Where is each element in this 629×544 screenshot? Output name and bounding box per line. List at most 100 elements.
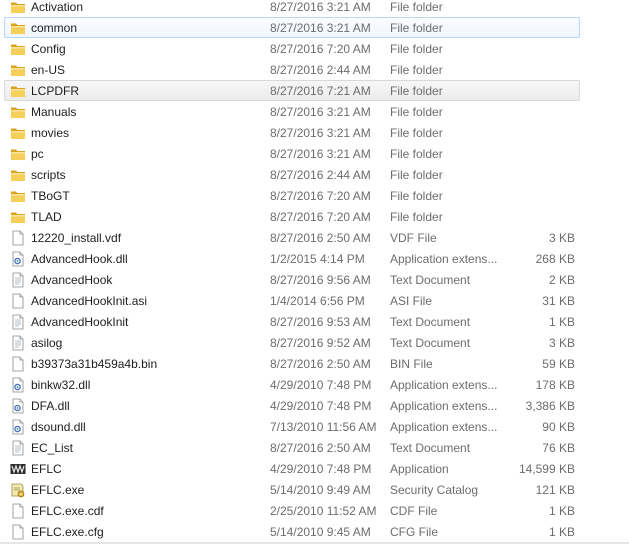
file-name: AdvancedHook — [31, 273, 113, 287]
folder-icon — [10, 41, 26, 57]
file-date-modified: 8/27/2016 3:21 AM — [270, 105, 371, 119]
file-row[interactable]: AdvancedHook 8/27/2016 9:56 AM Text Docume… — [4, 269, 580, 290]
file-date-modified: 8/27/2016 9:53 AM — [270, 315, 371, 329]
file-size: 1 KB — [548, 315, 575, 329]
file-row[interactable]: scripts 8/27/2016 2:44 AM File folder — [4, 164, 580, 185]
file-type: File folder — [390, 105, 443, 119]
file-date-modified: 8/27/2016 2:50 AM — [270, 357, 371, 371]
file-name: binkw32.dll — [31, 378, 91, 392]
file-row[interactable]: AdvancedHookInit 8/27/2016 9:53 AM Text Do… — [4, 311, 580, 332]
file-date-modified: 5/14/2010 9:49 AM — [270, 483, 371, 497]
blank-file-icon — [10, 356, 26, 372]
file-row[interactable]: EFLC.exe.cfg 5/14/2010 9:45 AM CFG File 1 K… — [4, 521, 580, 542]
file-type: VDF File — [390, 231, 437, 245]
file-row[interactable]: EFLC.exe 5/14/2010 9:49 AM Security Catalo… — [4, 479, 580, 500]
file-date-modified: 8/27/2016 3:21 AM — [270, 126, 371, 140]
file-size: 3 KB — [548, 231, 575, 245]
file-date-modified: 8/27/2016 9:52 AM — [270, 336, 371, 350]
blank-file-icon — [10, 230, 26, 246]
file-row[interactable]: EFLC.exe.cdf 2/25/2010 11:52 AM CDF File 1 … — [4, 500, 580, 521]
file-size: 31 KB — [542, 294, 575, 308]
file-row[interactable]: b39373a31b459a4b.bin 8/27/2016 2:50 AM BIN… — [4, 353, 580, 374]
file-type: Application extens... — [390, 378, 498, 392]
file-type: File folder — [390, 84, 443, 98]
security-catalog-icon — [10, 482, 26, 498]
file-row[interactable]: asilog 8/27/2016 9:52 AM Text Document 3 KB — [4, 332, 580, 353]
file-row[interactable]: Manuals 8/27/2016 3:21 AM File folder — [4, 101, 580, 122]
file-row[interactable]: LCPDFR 8/27/2016 7:21 AM File folder — [4, 80, 580, 101]
dll-file-icon — [10, 398, 26, 414]
file-date-modified: 8/27/2016 7:20 AM — [270, 210, 371, 224]
file-type: ASI File — [390, 294, 433, 308]
file-row[interactable]: en-US 8/27/2016 2:44 AM File folder — [4, 59, 580, 80]
dll-file-icon — [10, 251, 26, 267]
blank-file-icon — [10, 293, 26, 309]
file-size: 59 KB — [542, 357, 575, 371]
file-date-modified: 4/29/2010 7:48 PM — [270, 378, 372, 392]
file-type: Text Document — [390, 315, 471, 329]
file-row[interactable]: binkw32.dll 4/29/2010 7:48 PM Application … — [4, 374, 580, 395]
file-size: 178 KB — [535, 378, 575, 392]
file-size: 76 KB — [542, 441, 575, 455]
file-row[interactable]: AdvancedHook.dll 1/2/2015 4:14 PM Applicat… — [4, 248, 580, 269]
file-name: movies — [31, 126, 70, 140]
file-date-modified: 8/27/2016 2:44 AM — [270, 168, 371, 182]
folder-icon — [10, 20, 26, 36]
file-type: File folder — [390, 210, 443, 224]
file-date-modified: 4/29/2010 7:48 PM — [270, 462, 372, 476]
file-row[interactable]: DFA.dll 4/29/2010 7:48 PM Application exte… — [4, 395, 580, 416]
file-date-modified: 8/27/2016 3:21 AM — [270, 21, 371, 35]
file-type: Security Catalog — [390, 483, 479, 497]
file-name: Config — [31, 42, 66, 56]
file-type: Application — [390, 462, 449, 476]
file-size: 3,386 KB — [525, 399, 575, 413]
file-date-modified: 8/27/2016 3:21 AM — [270, 147, 371, 161]
file-type: File folder — [390, 168, 443, 182]
file-type: CDF File — [390, 504, 438, 518]
file-type: Application extens... — [390, 399, 498, 413]
file-row[interactable]: dsound.dll 7/13/2010 11:56 AM Application … — [4, 416, 580, 437]
folder-icon — [10, 209, 26, 225]
file-date-modified: 1/4/2014 6:56 PM — [270, 294, 365, 308]
file-type: File folder — [390, 63, 443, 77]
file-date-modified: 4/29/2010 7:48 PM — [270, 399, 372, 413]
dll-file-icon — [10, 377, 26, 393]
file-type: BIN File — [390, 357, 433, 371]
file-row[interactable]: Config 8/27/2016 7:20 AM File folder — [4, 38, 580, 59]
file-date-modified: 8/27/2016 9:56 AM — [270, 273, 371, 287]
file-row[interactable]: common 8/27/2016 3:21 AM File folder — [4, 17, 580, 38]
file-type: CFG File — [390, 525, 438, 539]
file-size: 14,599 KB — [518, 462, 575, 476]
file-name: EC_List — [31, 441, 74, 455]
file-date-modified: 8/27/2016 7:20 AM — [270, 42, 371, 56]
file-row[interactable]: movies 8/27/2016 3:21 AM File folder — [4, 122, 580, 143]
file-size: 121 KB — [535, 483, 575, 497]
folder-icon — [10, 0, 26, 15]
file-date-modified: 5/14/2010 9:45 AM — [270, 525, 371, 539]
file-type: File folder — [390, 0, 443, 14]
file-type: File folder — [390, 42, 443, 56]
file-date-modified: 7/13/2010 11:56 AM — [270, 420, 377, 434]
file-name: Manuals — [31, 105, 77, 119]
file-name: EFLC — [31, 462, 62, 476]
file-name: AdvancedHook.dll — [31, 252, 128, 266]
file-name: en-US — [31, 63, 66, 77]
file-row[interactable]: EC_List 8/27/2016 2:50 AM Text Document 76 … — [4, 437, 580, 458]
file-date-modified: 2/25/2010 11:52 AM — [270, 504, 377, 518]
file-row[interactable]: AdvancedHookInit.asi 1/4/2014 6:56 PM ASI … — [4, 290, 580, 311]
file-type: Application extens... — [390, 252, 498, 266]
file-row[interactable]: Activation 8/27/2016 3:21 AM File folder — [4, 0, 580, 17]
file-date-modified: 1/2/2015 4:14 PM — [270, 252, 365, 266]
file-row[interactable]: 12220_install.vdf 8/27/2016 2:50 AM VDF Fi… — [4, 227, 580, 248]
text-file-icon — [10, 440, 26, 456]
file-name: Activation — [31, 0, 84, 14]
file-name: LCPDFR — [31, 84, 80, 98]
file-row[interactable]: pc 8/27/2016 3:21 AM File folder — [4, 143, 580, 164]
file-row[interactable]: TBoGT 8/27/2016 7:20 AM File folder — [4, 185, 580, 206]
file-type: Application extens... — [390, 420, 498, 434]
file-name: EFLC.exe.cfg — [31, 525, 104, 539]
eflc-app-icon — [10, 461, 26, 477]
file-row[interactable]: EFLC 4/29/2010 7:48 PM Application 14,599 K… — [4, 458, 580, 479]
file-row[interactable]: TLAD 8/27/2016 7:20 AM File folder — [4, 206, 580, 227]
file-name: dsound.dll — [31, 420, 86, 434]
